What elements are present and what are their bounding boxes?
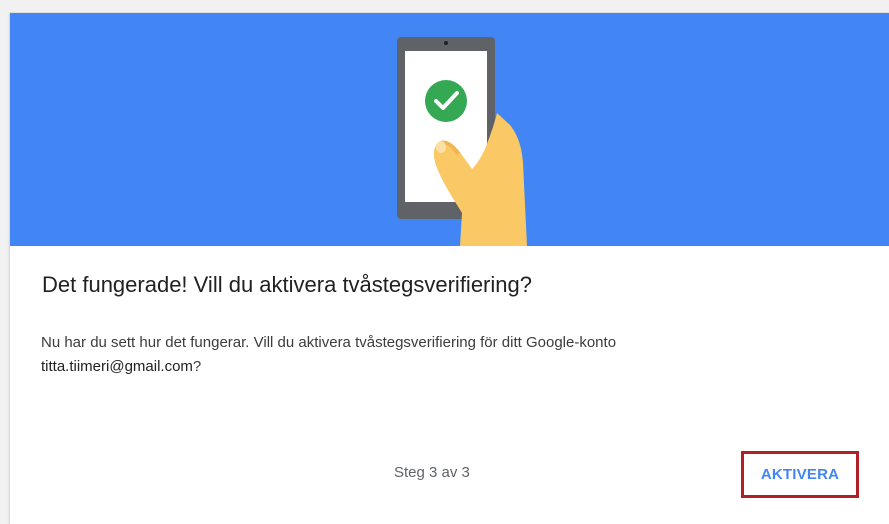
phone-with-checkmark-icon bbox=[397, 37, 527, 246]
account-email: titta.tiimeri@gmail.com bbox=[41, 358, 193, 375]
dialog-message-text: Nu har du sett hur det fungerar. Vill du… bbox=[41, 334, 617, 351]
dialog-message-suffix: ? bbox=[192, 358, 202, 375]
illustration-banner bbox=[10, 13, 889, 246]
activate-button[interactable]: AKTIVERA bbox=[744, 454, 856, 495]
step-indicator: Steg 3 av 3 bbox=[394, 464, 470, 481]
dialog-message: Nu har du sett hur det fungerar. Vill du… bbox=[41, 331, 841, 379]
dialog-title: Det fungerade! Vill du aktivera tvåstegs… bbox=[42, 272, 532, 297]
verification-dialog: Det fungerade! Vill du aktivera tvåstegs… bbox=[10, 13, 889, 524]
